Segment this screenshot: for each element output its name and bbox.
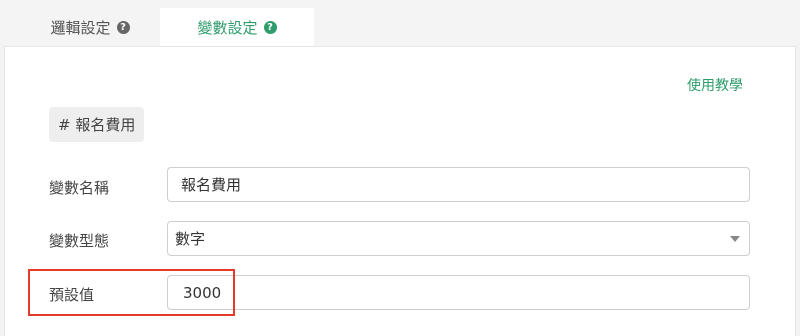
question-icon[interactable]: ? [263, 21, 277, 34]
variable-type-select[interactable]: 數字 [167, 221, 750, 256]
question-icon[interactable]: ? [116, 20, 130, 34]
highlight-box [28, 269, 235, 316]
variable-tag: # 報名費用 [49, 107, 145, 142]
variable-name-input[interactable]: 報名費用 [167, 167, 750, 202]
chevron-down-icon [730, 236, 740, 242]
variable-name-label: 變數名稱 [49, 179, 110, 197]
tab-bar: 邏輯設定 ? 變數設定 ? [0, 0, 800, 47]
variable-name-value: 報名費用 [181, 176, 242, 194]
tab-variable-settings-label: 變數設定 [197, 19, 258, 37]
variable-type-value: 數字 [175, 230, 206, 248]
tab-logic-settings[interactable]: 邏輯設定 ? [20, 8, 160, 46]
tutorial-link[interactable]: 使用教學 [687, 75, 743, 95]
tab-variable-settings[interactable]: 變數設定 ? [160, 8, 314, 47]
tab-logic-settings-label: 邏輯設定 [50, 18, 111, 37]
variable-type-label: 變數型態 [49, 232, 110, 250]
default-value-input[interactable]: 3000 [167, 275, 750, 310]
